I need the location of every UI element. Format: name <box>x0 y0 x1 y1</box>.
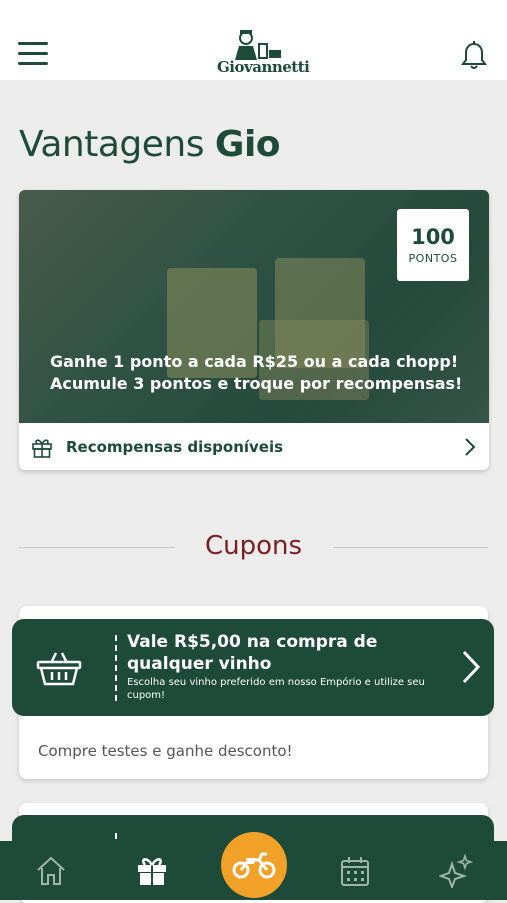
coupon-description: Escolha seu vinho preferido em nosso Emp… <box>127 677 425 701</box>
points-label: PONTOS <box>408 252 458 265</box>
coupon-footer-text: Compre testes e ganhe desconto! <box>38 742 293 760</box>
motorcycle-icon <box>232 852 276 879</box>
app-header: Giovannetti <box>0 0 507 80</box>
menu-button[interactable] <box>18 42 48 68</box>
hero-image: 100 PONTOS Ganhe 1 ponto a cada R$25 ou … <box>19 190 489 423</box>
menu-bar <box>18 62 48 65</box>
hero-text: Ganhe 1 ponto a cada R$25 ou a cada chop… <box>50 351 480 395</box>
basket-icon <box>36 652 82 686</box>
logo-figure-icon <box>235 30 281 60</box>
menu-bar <box>18 52 48 55</box>
points-card: 100 PONTOS Ganhe 1 ponto a cada R$25 ou … <box>19 190 489 470</box>
coupons-section-title: Cupons <box>204 531 303 561</box>
page-title-bold: Gio <box>214 124 281 165</box>
logo-text: Giovannetti <box>217 58 310 76</box>
home-icon[interactable] <box>34 854 68 888</box>
coupon-banner[interactable]: Vale R$5,00 na compra de qualquer vinho … <box>12 619 494 716</box>
chevron-right-icon <box>462 650 481 684</box>
hero-text-line1: Ganhe 1 ponto a cada R$25 ou a cada chop… <box>50 352 459 371</box>
page-title-prefix: Vantagens <box>19 124 204 165</box>
gift-icon <box>32 439 52 458</box>
menu-bar <box>18 42 48 45</box>
bell-icon[interactable] <box>458 40 490 72</box>
coupon-separator <box>115 635 117 701</box>
page-title: Vantagens Gio <box>19 124 281 165</box>
sparkles-icon[interactable] <box>439 854 473 888</box>
coupon-title: Vale R$5,00 na compra de qualquer vinho <box>127 632 378 674</box>
calendar-icon[interactable] <box>338 854 372 888</box>
rewards-label: Recompensas disponíveis <box>66 438 284 456</box>
chevron-right-icon <box>465 438 476 456</box>
points-badge: 100 PONTOS <box>397 209 469 281</box>
brand-logo[interactable]: Giovannetti <box>213 28 310 78</box>
rewards-link[interactable]: Recompensas disponíveis <box>19 423 489 470</box>
points-value: 100 <box>411 225 455 249</box>
delivery-button[interactable] <box>221 832 287 898</box>
hero-text-line2: Acumule 3 pontos e troque por recompensa… <box>50 374 463 393</box>
gift-icon[interactable] <box>135 854 169 888</box>
